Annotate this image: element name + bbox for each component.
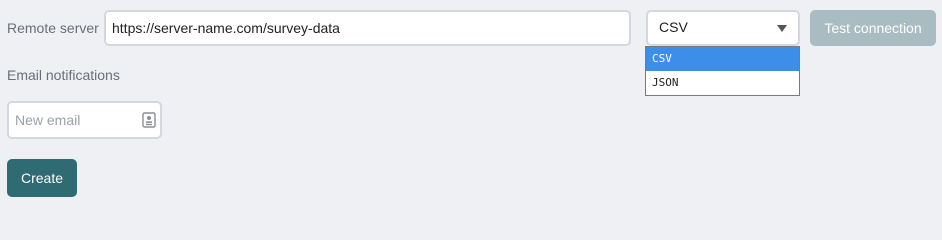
test-connection-button[interactable]: Test connection	[810, 10, 936, 46]
format-option-json[interactable]: JSON	[646, 71, 799, 95]
format-option-csv[interactable]: CSV	[646, 47, 799, 71]
remote-server-label: Remote server	[7, 20, 99, 36]
format-select-value: CSV	[659, 19, 688, 35]
email-notifications-label: Email notifications	[7, 67, 120, 83]
remote-server-url-input[interactable]	[104, 10, 631, 46]
create-button[interactable]: Create	[7, 159, 77, 197]
format-select[interactable]: CSV	[646, 10, 800, 46]
new-email-input[interactable]	[7, 101, 162, 139]
format-dropdown-list: CSV JSON	[645, 46, 800, 96]
contact-card-icon	[142, 112, 156, 128]
caret-down-icon	[777, 25, 787, 32]
